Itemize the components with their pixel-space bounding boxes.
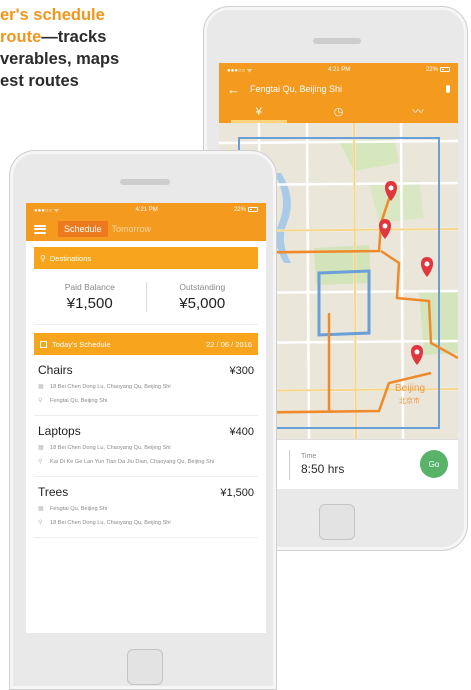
item-header: Trees ¥1,500 (38, 485, 254, 499)
status-time: 4:21 PM (135, 207, 158, 213)
battery-percent: 22% (233, 207, 246, 214)
todays-schedule-heading: Today's Schedule (40, 340, 111, 349)
pickup-address-text: 18 Bei Chen Dong Lu, Chaoyang Qu, Beijin… (50, 384, 171, 390)
item-name: Laptops (38, 424, 81, 438)
status-bar: ●●●○○ ᯤ 4:21 PM 22% (26, 203, 266, 217)
battery-status: 22% (425, 66, 450, 74)
tab-tomorrow[interactable]: Tomorrow (112, 224, 152, 234)
location-pin-icon: ⚲ (38, 459, 43, 465)
paid-balance-value: ¥1,500 (66, 294, 113, 312)
city-label-cn: 北京市 (399, 396, 420, 405)
dropoff-address: ⚲ 18 Bei Chen Dong Lu, Chaoyang Qu, Beij… (38, 519, 254, 527)
outstanding-value: ¥5,000 (179, 294, 226, 312)
headline-line-2: route—tracks (0, 26, 215, 48)
go-button[interactable]: Go (420, 450, 448, 478)
item-name: Trees (38, 485, 69, 499)
status-time: 4:21 PM (327, 67, 351, 73)
city-label: Beijing (395, 383, 425, 394)
headline-route-word: route (0, 28, 42, 46)
schedule-screen: ●●●○○ ᯤ 4:21 PM 22% Schedule Tomorrow ⚲ … (26, 203, 266, 633)
home-button[interactable] (127, 649, 163, 685)
schedule-header: Schedule Tomorrow (26, 217, 266, 241)
tab-time[interactable]: ◷ (299, 101, 379, 123)
calendar-icon (40, 340, 47, 348)
building-icon: ▦ (38, 445, 44, 451)
pickup-address: ▦ 18 Bei Chen Dong Lu, Chaoyang Qu, Beij… (38, 444, 254, 452)
dropoff-address-text: Fengtai Qu, Beijing Shi (50, 398, 108, 404)
battery-percent: 22% (425, 67, 438, 74)
building-icon: ▦ (38, 506, 44, 512)
map-title: Fengtai Qu, Beijing Shi (250, 84, 343, 94)
time-label: Time (301, 453, 317, 460)
tab-route[interactable]: 〰 (378, 101, 458, 123)
map-header: ← Fengtai Qu, Beijing Shi ¥ ◷ 〰 (219, 77, 458, 123)
time-value: 8:50 hrs (301, 462, 345, 476)
battery-icon (247, 206, 258, 212)
location-pin-icon: ⚲ (38, 520, 43, 526)
list-item[interactable]: Chairs ¥300 ▦ 18 Bei Chen Dong Lu, Chaoy… (34, 355, 258, 416)
item-price: ¥1,500 (220, 487, 254, 499)
todays-schedule-label: Today's Schedule (52, 339, 111, 349)
building-icon: ▦ (38, 384, 44, 390)
time-block: Time 8:50 hrs (301, 453, 344, 476)
item-price: ¥300 (229, 365, 254, 377)
pickup-address: ▦ 18 Bei Chen Dong Lu, Chaoyang Qu, Beij… (38, 383, 254, 391)
menu-icon[interactable] (34, 224, 46, 234)
item-name: Chairs (38, 363, 73, 377)
pickup-address-text: 18 Bei Chen Dong Lu, Chaoyang Qu, Beijin… (50, 445, 171, 451)
route-icon: 〰 (412, 106, 424, 118)
signal-indicator: ●●●○○ ᯤ (34, 208, 60, 214)
location-pin-icon: ⚲ (38, 398, 43, 404)
tab-cost[interactable]: ¥ (219, 101, 299, 123)
status-bar: ●●●○○ ᯤ 4:21 PM 22% (219, 63, 458, 77)
dropoff-address-text: 18 Bei Chen Dong Lu, Chaoyang Qu, Beijin… (50, 520, 171, 526)
list-item[interactable]: Laptops ¥400 ▦ 18 Bei Chen Dong Lu, Chao… (34, 416, 258, 477)
dropoff-address: ⚲ Kai Di Ke Ge Lan Yun Tian Da Jiu Dian,… (38, 458, 254, 466)
battery-status: 22% (233, 206, 258, 214)
list-item[interactable]: Trees ¥1,500 ▦ Fengtai Qu, Beijing Shi ⚲… (34, 477, 258, 538)
paid-balance: Paid Balance ¥1,500 (34, 282, 146, 312)
search-icon: ⚲ (40, 253, 46, 263)
schedule-date: 22 / 06 / 2016 (206, 339, 252, 349)
stopwatch-icon: ◷ (333, 106, 344, 118)
tab-schedule[interactable]: Schedule (58, 221, 108, 237)
destinations-label: Destinations (49, 253, 92, 263)
phone-speaker (120, 179, 170, 185)
phone-speaker (313, 38, 361, 44)
battery-icon (439, 66, 450, 72)
home-button[interactable] (319, 504, 355, 540)
dropoff-address-text: Kai Di Ke Ge Lan Yun Tian Da Jiu Dian, C… (50, 459, 215, 465)
headline-line-3: verables, maps (0, 50, 120, 68)
pickup-address-text: Fengtai Qu, Beijing Shi (50, 506, 108, 512)
todays-schedule-bar: Today's Schedule 22 / 06 / 2016 (34, 333, 258, 355)
paid-balance-label: Paid Balance (64, 281, 115, 292)
outstanding-balance: Outstanding ¥5,000 (145, 281, 259, 312)
headline-line-1: er's schedule (0, 6, 105, 24)
balance-summary: Paid Balance ¥1,500 Outstanding ¥5,000 (34, 269, 258, 325)
destinations-bar[interactable]: ⚲ Destinations (34, 247, 258, 269)
divider (289, 450, 290, 480)
item-price: ¥400 (229, 426, 254, 438)
phone-schedule-device: ●●●○○ ᯤ 4:21 PM 22% Schedule Tomorrow ⚲ … (9, 150, 277, 690)
pickup-address: ▦ Fengtai Qu, Beijing Shi (38, 505, 254, 513)
yen-icon: ¥ (255, 106, 262, 118)
item-header: Laptops ¥400 (38, 424, 254, 438)
microphone-icon[interactable] (446, 85, 450, 93)
marketing-headline: er's schedule route—tracks verables, map… (0, 4, 215, 92)
headline-line-2-rest: —tracks (41, 28, 107, 46)
arrow-left-icon[interactable]: ← (227, 82, 240, 97)
item-header: Chairs ¥300 (38, 363, 254, 377)
headline-line-4: est routes (0, 72, 79, 90)
dropoff-address: ⚲ Fengtai Qu, Beijing Shi (38, 397, 254, 405)
signal-indicator: ●●●○○ ᯤ (227, 68, 253, 74)
map-tab-bar: ¥ ◷ 〰 (219, 101, 458, 123)
map-titlebar: ← Fengtai Qu, Beijing Shi (219, 77, 458, 101)
outstanding-label: Outstanding (179, 281, 226, 292)
